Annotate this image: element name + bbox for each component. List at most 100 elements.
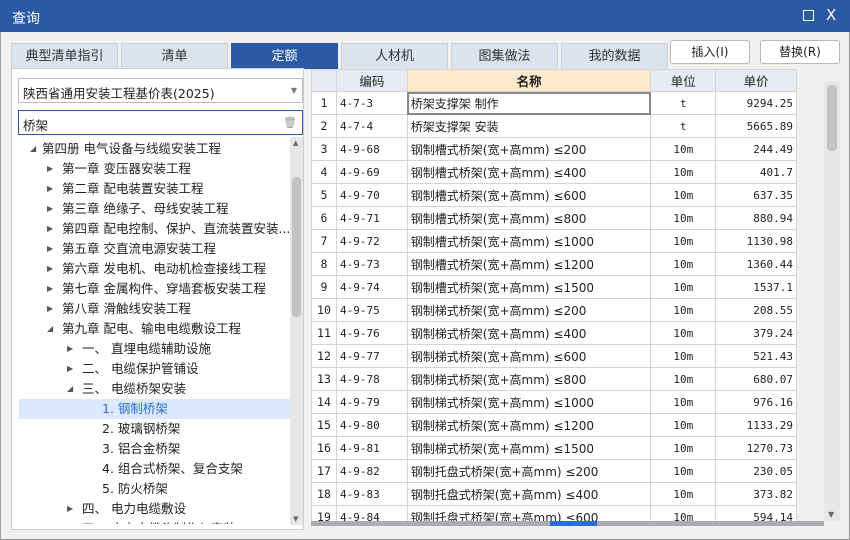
collapsed-arrow-icon[interactable]: ▶ bbox=[47, 179, 53, 199]
tab-1[interactable]: 清单 bbox=[121, 43, 228, 69]
price-cell[interactable]: 680.07 bbox=[715, 367, 797, 391]
price-cell[interactable]: 379.24 bbox=[715, 321, 797, 345]
price-cell[interactable]: 1133.29 bbox=[715, 413, 797, 437]
tab-4[interactable]: 图集做法 bbox=[451, 43, 558, 69]
unit-cell[interactable]: 10m bbox=[650, 137, 717, 161]
code-cell[interactable]: 4-9-70 bbox=[335, 183, 408, 207]
name-cell[interactable]: 钢制槽式桥架(宽+高mm) ≤1500 bbox=[406, 275, 652, 299]
maximize-icon[interactable] bbox=[803, 10, 814, 21]
collapsed-arrow-icon[interactable]: ▶ bbox=[47, 159, 53, 179]
price-cell[interactable]: 976.16 bbox=[715, 390, 797, 414]
price-cell[interactable]: 230.05 bbox=[715, 459, 797, 483]
price-cell[interactable]: 880.94 bbox=[715, 206, 797, 230]
scroll-up-icon[interactable]: ▲ bbox=[293, 139, 298, 147]
col-header-unit[interactable]: 单位 bbox=[650, 69, 717, 92]
price-cell[interactable]: 1270.73 bbox=[715, 436, 797, 460]
row-index[interactable]: 2 bbox=[311, 114, 337, 138]
tree-node[interactable]: ◢ 三、 电缆桥架安装 bbox=[19, 379, 290, 399]
unit-cell[interactable]: 10m bbox=[650, 298, 717, 322]
collapsed-arrow-icon[interactable]: ▶ bbox=[47, 299, 53, 319]
col-header-price[interactable]: 单价 bbox=[715, 69, 797, 92]
name-cell[interactable]: 钢制槽式桥架(宽+高mm) ≤200 bbox=[406, 137, 652, 161]
table-scroll-thumb[interactable] bbox=[827, 85, 837, 151]
row-index[interactable]: 3 bbox=[311, 137, 337, 161]
tab-3[interactable]: 人材机 bbox=[341, 43, 448, 69]
collapsed-arrow-icon[interactable]: ▶ bbox=[67, 359, 73, 379]
row-index[interactable]: 5 bbox=[311, 183, 337, 207]
table-row[interactable]: 19 4-9-84 钢制托盘式桥架(宽+高mm) ≤600 10m 594.14 bbox=[311, 505, 797, 522]
close-icon[interactable]: X bbox=[826, 6, 836, 24]
library-select[interactable]: 陕西省通用安装工程基价表(2025) ▼ bbox=[18, 78, 303, 103]
name-cell[interactable]: 钢制梯式桥架(宽+高mm) ≤1000 bbox=[406, 390, 652, 414]
code-cell[interactable]: 4-9-80 bbox=[335, 413, 408, 437]
tree-node[interactable]: 4. 组合式桥架、复合支架 bbox=[19, 459, 290, 479]
insert-button[interactable]: 插入(I) bbox=[670, 40, 750, 64]
table-row[interactable]: 2 4-7-4 桥架支撑架 安装 t 5665.89 bbox=[311, 114, 797, 138]
name-cell[interactable]: 钢制托盘式桥架(宽+高mm) ≤200 bbox=[406, 459, 652, 483]
unit-cell[interactable]: 10m bbox=[650, 183, 717, 207]
code-cell[interactable]: 4-9-71 bbox=[335, 206, 408, 230]
unit-cell[interactable]: 10m bbox=[650, 390, 717, 414]
unit-cell[interactable]: 10m bbox=[650, 367, 717, 391]
code-cell[interactable]: 4-9-69 bbox=[335, 160, 408, 184]
tree-node[interactable]: 2. 玻璃钢桥架 bbox=[19, 419, 290, 439]
row-index[interactable]: 7 bbox=[311, 229, 337, 253]
table-row[interactable]: 13 4-9-78 钢制梯式桥架(宽+高mm) ≤800 10m 680.07 bbox=[311, 367, 797, 391]
code-cell[interactable]: 4-7-3 bbox=[335, 91, 408, 115]
collapsed-arrow-icon[interactable]: ▶ bbox=[67, 339, 73, 359]
table-row[interactable]: 7 4-9-72 钢制槽式桥架(宽+高mm) ≤1000 10m 1130.98 bbox=[311, 229, 797, 253]
table-row[interactable]: 18 4-9-83 钢制托盘式桥架(宽+高mm) ≤400 10m 373.82 bbox=[311, 482, 797, 506]
tree-node[interactable]: ▶ 第四章 配电控制、保护、直流装置安装... bbox=[19, 219, 290, 239]
name-cell[interactable]: 钢制托盘式桥架(宽+高mm) ≤600 bbox=[406, 505, 652, 522]
table-row[interactable]: 11 4-9-76 钢制梯式桥架(宽+高mm) ≤400 10m 379.24 bbox=[311, 321, 797, 345]
tree-node[interactable]: 5. 防火桥架 bbox=[19, 479, 290, 499]
tree-scroll-thumb[interactable] bbox=[292, 177, 301, 317]
table-scrollbar[interactable]: ▲ ▼ bbox=[824, 81, 840, 521]
code-cell[interactable]: 4-9-76 bbox=[335, 321, 408, 345]
unit-cell[interactable]: 10m bbox=[650, 459, 717, 483]
price-cell[interactable]: 244.49 bbox=[715, 137, 797, 161]
row-index[interactable]: 4 bbox=[311, 160, 337, 184]
code-cell[interactable]: 4-9-73 bbox=[335, 252, 408, 276]
tree-node[interactable]: ▶ 第三章 绝缘子、母线安装工程 bbox=[19, 199, 290, 219]
code-cell[interactable]: 4-9-84 bbox=[335, 505, 408, 522]
name-cell[interactable]: 钢制梯式桥架(宽+高mm) ≤600 bbox=[406, 344, 652, 368]
collapsed-arrow-icon[interactable]: ▶ bbox=[67, 519, 73, 524]
collapsed-arrow-icon[interactable]: ▶ bbox=[47, 199, 53, 219]
name-cell[interactable]: 钢制梯式桥架(宽+高mm) ≤400 bbox=[406, 321, 652, 345]
row-index[interactable]: 19 bbox=[311, 505, 337, 522]
price-cell[interactable]: 594.14 bbox=[715, 505, 797, 522]
tab-0[interactable]: 典型清单指引 bbox=[11, 43, 118, 69]
col-header-name[interactable]: 名称 bbox=[406, 69, 652, 92]
table-row[interactable]: 5 4-9-70 钢制槽式桥架(宽+高mm) ≤600 10m 637.35 bbox=[311, 183, 797, 207]
unit-cell[interactable]: 10m bbox=[650, 436, 717, 460]
code-cell[interactable]: 4-9-82 bbox=[335, 459, 408, 483]
expanded-arrow-icon[interactable]: ◢ bbox=[47, 319, 53, 339]
replace-button[interactable]: 替换(R) bbox=[760, 40, 840, 64]
row-index[interactable]: 9 bbox=[311, 275, 337, 299]
tree-node[interactable]: ▶ 二、 电缆保护管铺设 bbox=[19, 359, 290, 379]
code-cell[interactable]: 4-9-79 bbox=[335, 390, 408, 414]
collapsed-arrow-icon[interactable]: ▶ bbox=[67, 499, 73, 519]
name-cell[interactable]: 钢制梯式桥架(宽+高mm) ≤1200 bbox=[406, 413, 652, 437]
tree-node[interactable]: ▶ 第八章 滑触线安装工程 bbox=[19, 299, 290, 319]
tree-node[interactable]: ▶ 第二章 配电装置安装工程 bbox=[19, 179, 290, 199]
price-cell[interactable]: 5665.89 bbox=[715, 114, 797, 138]
tree-scrollbar[interactable]: ▲ ▼ bbox=[290, 137, 303, 525]
tree-node[interactable]: ◢ 第九章 配电、输电电缆敷设工程 bbox=[19, 319, 290, 339]
table-row[interactable]: 16 4-9-81 钢制梯式桥架(宽+高mm) ≤1500 10m 1270.73 bbox=[311, 436, 797, 460]
table-h-scrollbar[interactable] bbox=[311, 521, 824, 526]
row-index[interactable]: 8 bbox=[311, 252, 337, 276]
code-cell[interactable]: 4-7-4 bbox=[335, 114, 408, 138]
code-cell[interactable]: 4-9-75 bbox=[335, 298, 408, 322]
price-cell[interactable]: 637.35 bbox=[715, 183, 797, 207]
search-input[interactable]: 桥架 🗑 bbox=[18, 110, 303, 135]
table-row[interactable]: 15 4-9-80 钢制梯式桥架(宽+高mm) ≤1200 10m 1133.29 bbox=[311, 413, 797, 437]
name-cell[interactable]: 桥架支撑架 制作 bbox=[406, 91, 652, 115]
scroll-down-icon[interactable]: ▼ bbox=[828, 510, 834, 519]
unit-cell[interactable]: 10m bbox=[650, 252, 717, 276]
scroll-down-icon[interactable]: ▼ bbox=[293, 515, 298, 523]
price-cell[interactable]: 521.43 bbox=[715, 344, 797, 368]
row-index[interactable]: 12 bbox=[311, 344, 337, 368]
unit-cell[interactable]: 10m bbox=[650, 229, 717, 253]
